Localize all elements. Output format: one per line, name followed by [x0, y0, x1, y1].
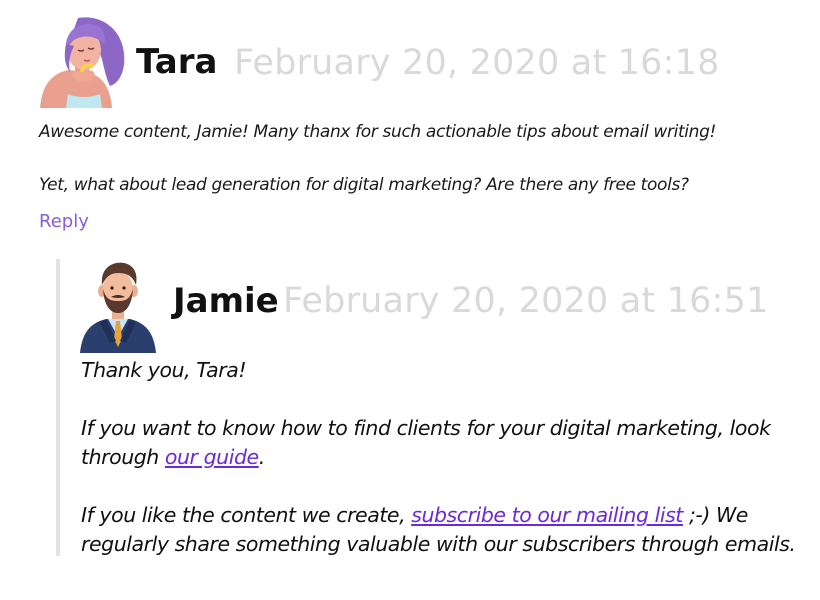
reply-text: regularly share something valuable with …: [81, 532, 796, 556]
reply-text: through our guide.: [81, 443, 265, 472]
bearded-man-avatar-icon: [80, 262, 156, 353]
reply-text: Thank you, Tara!: [81, 358, 247, 382]
thread-indent-bar: [56, 259, 60, 556]
reply-text: If you like the content we create, subsc…: [81, 501, 748, 530]
reply-text-suffix: .: [258, 445, 266, 469]
comment-text: Awesome content, Jamie! Many thanx for s…: [39, 122, 717, 142]
our-guide-link[interactable]: our guide: [165, 445, 259, 469]
reply-text-prefix: through: [81, 445, 165, 469]
woman-avatar-icon: [40, 17, 125, 108]
reply-author: Jamie: [173, 281, 279, 321]
comment-text: Yet, what about lead generation for digi…: [39, 175, 689, 195]
comment-author: Tara: [136, 42, 218, 82]
reply-link[interactable]: Reply: [39, 210, 89, 234]
reply-date: February 20, 2020 at 16:51: [283, 281, 769, 321]
reply-text-suffix: ;-) We: [682, 503, 748, 527]
reply-text: If you want to know how to find clients …: [81, 416, 771, 440]
reply-text-prefix: If you like the content we create,: [81, 503, 412, 527]
subscribe-mailing-list-link[interactable]: subscribe to our mailing list: [411, 503, 683, 527]
comment-date: February 20, 2020 at 16:18: [234, 43, 720, 83]
